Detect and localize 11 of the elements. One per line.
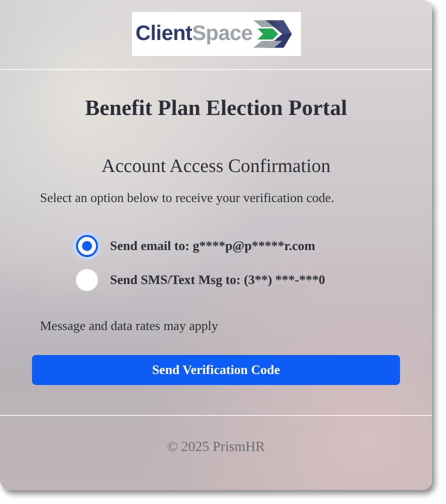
option-label[interactable]: Send email to: g****p@p*****r.com — [110, 237, 316, 255]
section-title: Account Access Confirmation — [100, 155, 332, 179]
copyright-text: © 2025 PrismHR — [166, 440, 266, 456]
send-code-button[interactable]: Send Verification Code — [32, 355, 400, 385]
instruction-text: Select an option below to receive your verification code. — [40, 189, 336, 207]
option-label[interactable]: Send SMS/Text Msg to: (3**) ***-***0 — [110, 271, 326, 289]
rates-note: Message and data rates may apply — [40, 317, 219, 335]
logo: ClientSpace — [132, 12, 300, 56]
radio-button[interactable] — [76, 235, 98, 257]
portal-title: Benefit Plan Election Portal — [84, 94, 348, 122]
radio-button[interactable] — [76, 269, 98, 291]
